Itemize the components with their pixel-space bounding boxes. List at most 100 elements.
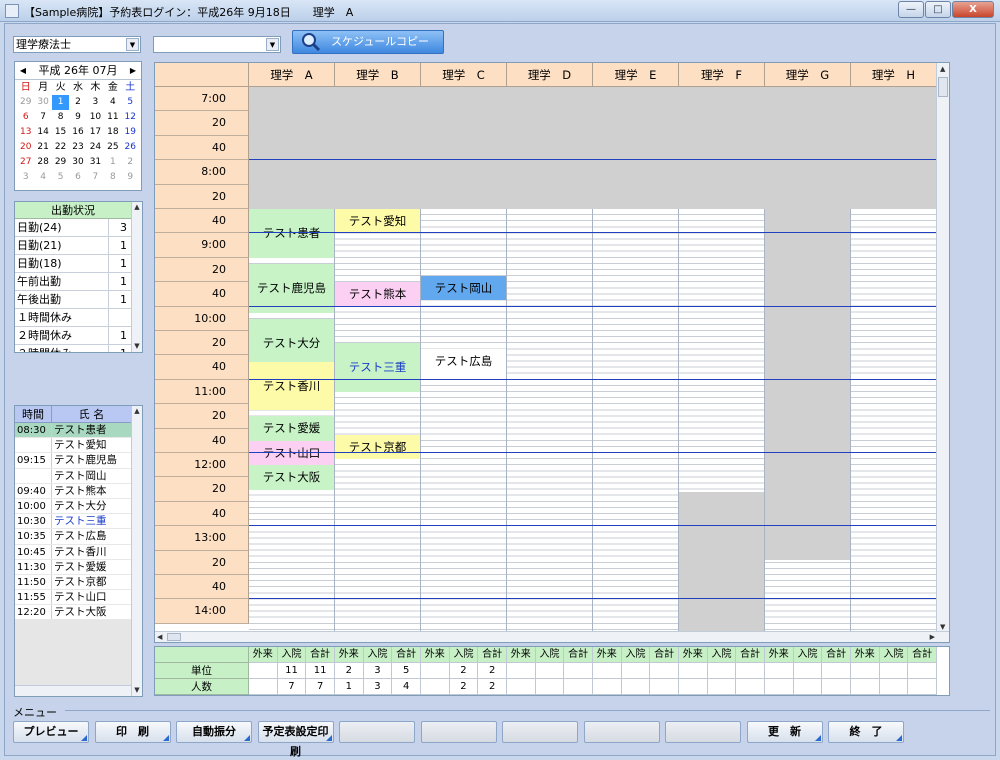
patient-row[interactable]: 10:00 テスト大分 bbox=[15, 498, 131, 515]
minimize-button[interactable]: — bbox=[898, 1, 924, 18]
chevron-down-icon[interactable]: ▼ bbox=[126, 38, 139, 51]
appointment-block[interactable]: テスト岡山 bbox=[421, 276, 506, 301]
attendance-scrollbar[interactable]: ▲ ▼ bbox=[131, 202, 142, 352]
patient-row[interactable]: 09:15 テスト鹿児島 bbox=[15, 453, 131, 469]
prev-month-icon[interactable]: ◀ bbox=[17, 64, 29, 77]
calendar-day[interactable]: 6 bbox=[69, 170, 86, 185]
empty-button[interactable] bbox=[420, 721, 497, 743]
empty-button[interactable] bbox=[502, 721, 578, 743]
schedule-copy-button[interactable]: スケジュールコピー bbox=[292, 30, 444, 54]
calendar-day[interactable]: 24 bbox=[87, 140, 104, 155]
patient-row[interactable]: 11:55 テスト山口 bbox=[15, 590, 131, 606]
calendar-day[interactable]: 4 bbox=[34, 170, 51, 185]
calendar-day[interactable]: 8 bbox=[52, 110, 69, 125]
schedule-body[interactable]: テスト患者 テスト愛知 テスト鹿児島 テスト岡山 テスト熊本 テスト大分 テスト三重 テスト広… bbox=[249, 87, 937, 633]
appointment-block[interactable]: テスト三重 bbox=[335, 343, 420, 392]
chevron-down-icon[interactable]: ▼ bbox=[266, 38, 279, 51]
patient-row[interactable]: 10:30 テスト三重 bbox=[15, 514, 131, 530]
calendar-day[interactable]: 1 bbox=[104, 155, 121, 170]
patient-list-scrollbar[interactable]: ▲ ▼ bbox=[131, 406, 142, 696]
appointment-block[interactable]: テスト愛媛 bbox=[249, 416, 334, 441]
exit-button[interactable]: 終 了 bbox=[828, 721, 904, 743]
calendar-day[interactable]: 13 bbox=[17, 125, 34, 140]
calendar-day[interactable]: 18 bbox=[104, 125, 121, 140]
appointment-block[interactable]: テスト熊本 bbox=[335, 282, 420, 307]
calendar-day[interactable]: 3 bbox=[87, 95, 104, 110]
calendar-day[interactable]: 2 bbox=[69, 95, 86, 110]
scroll-down-icon[interactable]: ▼ bbox=[132, 341, 142, 352]
calendar-day[interactable]: 2 bbox=[122, 155, 139, 170]
appointment-block[interactable]: テスト広島 bbox=[421, 349, 506, 374]
calendar-day[interactable]: 26 bbox=[122, 140, 139, 155]
scroll-thumb[interactable] bbox=[938, 77, 948, 97]
scroll-up-icon[interactable]: ▲ bbox=[132, 202, 142, 213]
calendar-day[interactable]: 9 bbox=[122, 170, 139, 185]
patient-row[interactable]: 09:40 テスト熊本 bbox=[15, 483, 131, 499]
appointment-block[interactable]: テスト患者 bbox=[249, 209, 334, 258]
auto-assign-button[interactable]: 自動振分 bbox=[176, 721, 252, 743]
appointment-block[interactable]: テスト大阪 bbox=[249, 465, 334, 490]
empty-button[interactable] bbox=[339, 721, 415, 743]
calendar-day[interactable]: 7 bbox=[87, 170, 104, 185]
calendar-day[interactable]: 8 bbox=[104, 170, 121, 185]
calendar-day[interactable]: 4 bbox=[104, 95, 121, 110]
calendar-day[interactable]: 25 bbox=[104, 140, 121, 155]
calendar-day[interactable]: 9 bbox=[69, 110, 86, 125]
appointment-block[interactable]: テスト大分 bbox=[249, 318, 334, 368]
calendar-day[interactable]: 31 bbox=[87, 155, 104, 170]
calendar-day[interactable]: 17 bbox=[87, 125, 104, 140]
patient-row[interactable]: 10:35 テスト広島 bbox=[15, 529, 131, 545]
column-header[interactable]: 理学 C bbox=[421, 63, 507, 87]
calendar-day[interactable]: 21 bbox=[34, 140, 51, 155]
column-header[interactable]: 理学 G bbox=[765, 63, 851, 87]
patient-row[interactable]: 08:30 テスト患者 bbox=[15, 423, 131, 439]
calendar-day[interactable]: 7 bbox=[34, 110, 51, 125]
calendar-day[interactable]: 10 bbox=[87, 110, 104, 125]
patient-row[interactable]: 12:20 テスト大阪 bbox=[15, 605, 131, 621]
calendar-day[interactable]: 22 bbox=[52, 140, 69, 155]
scroll-thumb[interactable] bbox=[167, 633, 181, 641]
column-header[interactable]: 理学 A bbox=[249, 63, 335, 87]
calendar-day[interactable]: 5 bbox=[122, 95, 139, 110]
patient-row[interactable]: 10:45 テスト香川 bbox=[15, 544, 131, 560]
calendar-day[interactable]: 29 bbox=[52, 155, 69, 170]
preview-button[interactable]: プレビュー bbox=[13, 721, 89, 743]
scroll-down-icon[interactable]: ▼ bbox=[940, 623, 945, 631]
appointment-block[interactable]: テスト愛知 bbox=[335, 209, 420, 234]
calendar-day[interactable]: 19 bbox=[122, 125, 139, 140]
scroll-left-icon[interactable]: ◀ bbox=[157, 633, 162, 641]
calendar-day[interactable]: 23 bbox=[69, 140, 86, 155]
calendar-day[interactable]: 28 bbox=[34, 155, 51, 170]
patient-row[interactable]: テスト岡山 bbox=[15, 468, 131, 484]
schedule-settings-print-button[interactable]: 予定表設定印刷 bbox=[257, 721, 334, 758]
calendar-day[interactable]: 16 bbox=[69, 125, 86, 140]
scroll-right-icon[interactable]: ▶ bbox=[930, 633, 935, 641]
patient-row[interactable]: 11:30 テスト愛媛 bbox=[15, 559, 131, 575]
appointment-block[interactable]: テスト京都 bbox=[335, 434, 420, 460]
appointment-block[interactable]: テスト香川 bbox=[249, 361, 334, 411]
calendar-day[interactable]: 5 bbox=[52, 170, 69, 185]
schedule-hscrollbar[interactable]: ◀ ▶ bbox=[155, 631, 949, 642]
calendar-day[interactable]: 12 bbox=[122, 110, 139, 125]
column-header[interactable]: 理学 E bbox=[593, 63, 679, 87]
calendar-day[interactable]: 14 bbox=[34, 125, 51, 140]
patient-list-hscrollbar[interactable] bbox=[15, 685, 131, 696]
column-header[interactable]: 理学 F bbox=[679, 63, 765, 87]
scroll-up-icon[interactable]: ▲ bbox=[132, 406, 142, 417]
calendar-day[interactable]: 30 bbox=[69, 155, 86, 170]
calendar-day[interactable]: 20 bbox=[17, 140, 34, 155]
maximize-button[interactable]: □ bbox=[925, 1, 951, 18]
calendar-day[interactable]: 30 bbox=[34, 95, 51, 110]
update-button[interactable]: 更 新 bbox=[746, 721, 823, 743]
patient-row[interactable]: テスト愛知 bbox=[15, 438, 131, 454]
staff-type-select[interactable]: 理学療法士 ▼ bbox=[13, 36, 141, 53]
calendar-day[interactable]: 15 bbox=[52, 125, 69, 140]
empty-button[interactable] bbox=[665, 721, 741, 743]
column-header[interactable]: 理学 H bbox=[851, 63, 937, 87]
patient-row[interactable]: 11:50 テスト京都 bbox=[15, 574, 131, 591]
schedule-vscrollbar[interactable]: ▲ ▼ bbox=[936, 63, 949, 633]
empty-button[interactable] bbox=[583, 721, 660, 743]
filter-select[interactable]: ▼ bbox=[153, 36, 281, 53]
column-header[interactable]: 理学 D bbox=[507, 63, 593, 87]
next-month-icon[interactable]: ▶ bbox=[127, 64, 139, 77]
